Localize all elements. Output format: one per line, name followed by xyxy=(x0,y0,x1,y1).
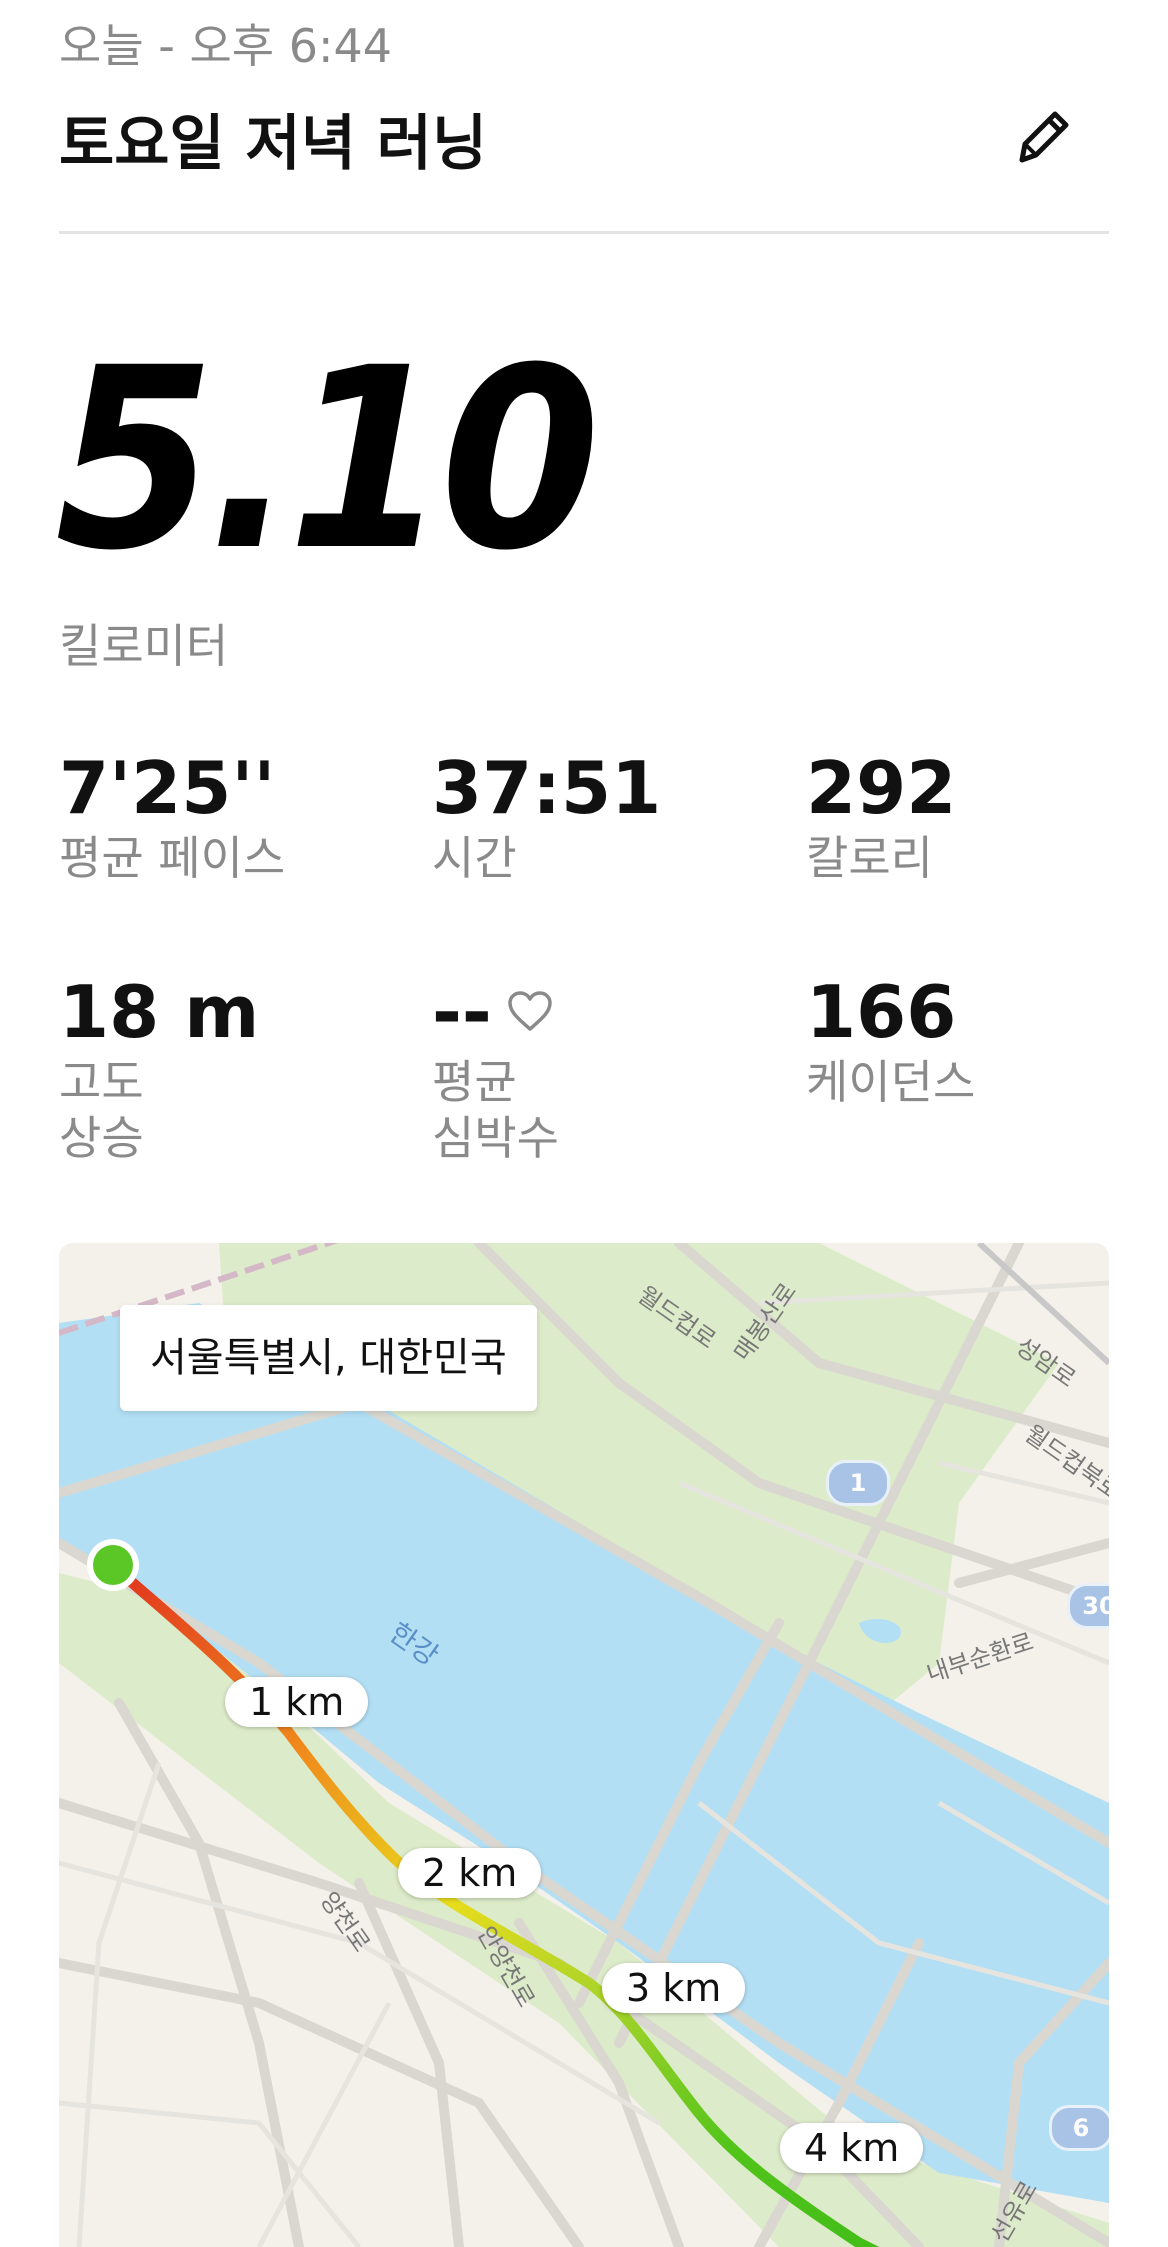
stat-label: 평균 페이스 xyxy=(59,831,286,885)
stat-value: 166 xyxy=(806,970,957,1054)
stat-duration: 37:51 시간 xyxy=(432,748,661,886)
stat-label: 케이던스 xyxy=(806,1055,976,1109)
stat-value: 7'25'' xyxy=(59,746,276,830)
route-shield: 1 xyxy=(826,1460,890,1506)
heart-outline-icon xyxy=(508,991,552,1032)
map-location-label: 서울특별시, 대한민국 xyxy=(120,1305,537,1411)
stat-label: 시간 xyxy=(432,831,517,885)
route-shield: 30 xyxy=(1067,1583,1109,1629)
pencil-icon xyxy=(1019,111,1069,163)
stat-value: 292 xyxy=(806,746,957,830)
stat-label: 평균 심박수 xyxy=(432,1055,559,1165)
route-map[interactable]: 서울특별시, 대한민국 1 km 2 km 3 km 4 km 한강 월드컵로 … xyxy=(59,1243,1109,2247)
km-marker: 1 km xyxy=(225,1677,369,1727)
stat-label: 칼로리 xyxy=(806,831,933,885)
distance-value: 5.10 xyxy=(55,314,600,605)
stat-avg-heart-rate: -- 평균 심박수 xyxy=(432,972,559,1166)
stat-value: 37:51 xyxy=(432,746,662,830)
stat-calories: 292 칼로리 xyxy=(806,748,956,886)
km-marker: 4 km xyxy=(780,2123,924,2173)
header-divider xyxy=(59,231,1109,234)
stat-cadence: 166 케이던스 xyxy=(806,972,975,1110)
activity-date: 오늘 - 오후 6:44 xyxy=(59,19,393,73)
stat-value: 18 m xyxy=(59,970,260,1054)
stat-avg-pace: 7'25'' 평균 페이스 xyxy=(59,748,285,886)
km-marker: 3 km xyxy=(602,1963,746,2013)
stat-value-row: -- xyxy=(432,972,559,1052)
activity-title: 토요일 저녁 러닝 xyxy=(59,109,488,179)
route-shield: 6 xyxy=(1049,2105,1109,2151)
stat-label: 고도 상승 xyxy=(59,1055,144,1165)
distance-unit: 킬로미터 xyxy=(59,619,229,673)
stat-value: -- xyxy=(432,970,492,1054)
km-marker: 2 km xyxy=(398,1848,542,1898)
stat-elevation-gain: 18 m 고도 상승 xyxy=(59,972,259,1166)
edit-button[interactable] xyxy=(1008,100,1078,170)
